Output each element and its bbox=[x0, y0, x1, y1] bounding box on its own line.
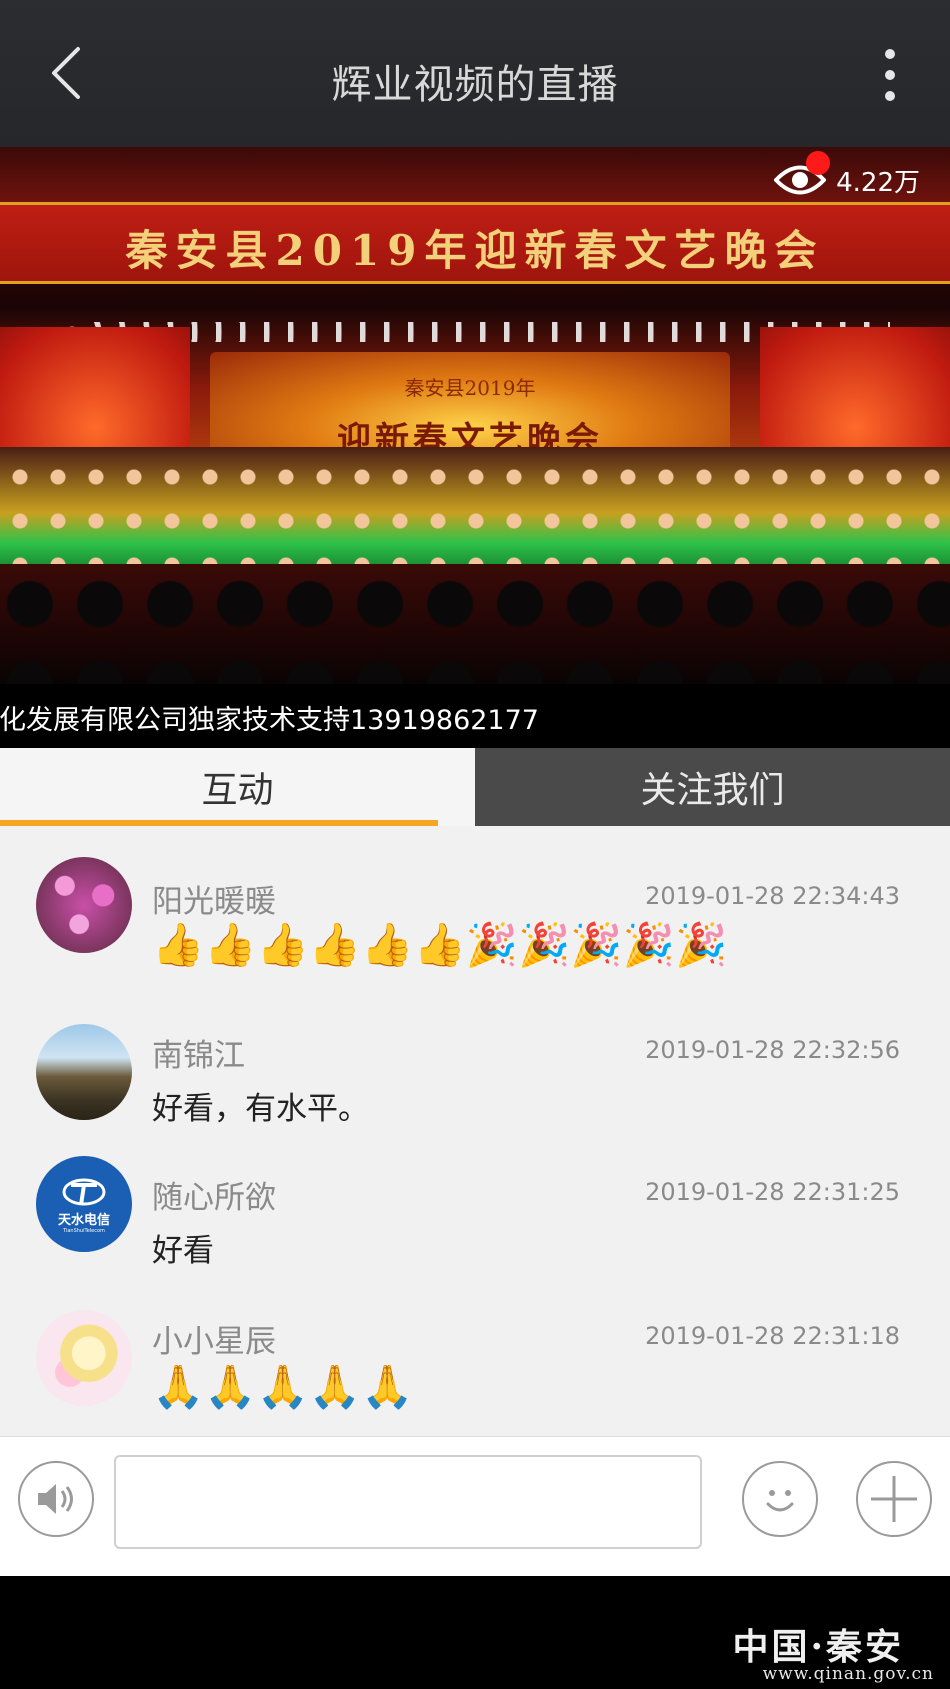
comment-timestamp: 2019-01-28 22:31:18 bbox=[645, 1322, 900, 1350]
comment-username[interactable]: 随心所欲 bbox=[152, 1172, 276, 1217]
stage-banner: 秦安县2019年迎新春文艺晚会 bbox=[0, 202, 950, 284]
avatar[interactable]: 天水电信 TianShuiTelecom bbox=[36, 1156, 132, 1252]
voice-button[interactable] bbox=[18, 1461, 94, 1537]
page-title: 辉业视频的直播 bbox=[331, 62, 619, 108]
comment-username[interactable]: 小小星辰 bbox=[152, 1316, 276, 1361]
comment-input[interactable] bbox=[114, 1455, 702, 1549]
ticker-text: 文化发展有限公司独家技术支持13919862177 bbox=[0, 705, 539, 736]
smiley-icon bbox=[766, 1490, 794, 1512]
speaker-icon bbox=[38, 1484, 73, 1514]
comment-message: 好看 bbox=[152, 1233, 214, 1269]
comment-timestamp: 2019-01-28 22:34:43 bbox=[645, 882, 900, 910]
avatar-logo-subtext: TianShuiTelecom bbox=[63, 1227, 105, 1234]
tab-bar: 互动 关注我们 bbox=[0, 748, 950, 826]
comment-username[interactable]: 南锦江 bbox=[152, 1030, 245, 1075]
audience-silhouettes bbox=[0, 564, 950, 684]
comment-message: 🙏🙏🙏🙏🙏 bbox=[152, 1362, 414, 1411]
stage-backdrop-subtitle: 秦安县2019年 bbox=[404, 376, 536, 400]
live-indicator-dot bbox=[806, 151, 831, 175]
avatar[interactable] bbox=[36, 1024, 132, 1120]
watermark-text: 中国·秦安 bbox=[732, 1626, 904, 1668]
comment-feed[interactable]: 阳光暖暖 2019-01-28 22:34:43 👍👍👍👍👍👍🎉🎉🎉🎉🎉 南锦江… bbox=[0, 826, 950, 1436]
more-actions-button[interactable] bbox=[856, 1461, 932, 1537]
emoji-button[interactable] bbox=[742, 1461, 818, 1537]
performers-on-stage bbox=[0, 447, 950, 567]
comment-message: 👍👍👍👍👍👍🎉🎉🎉🎉🎉 bbox=[152, 920, 728, 969]
top-navigation-bar: 辉业视频的直播 bbox=[0, 0, 950, 147]
avatar[interactable] bbox=[36, 857, 132, 953]
banner-text: 秦安县2019年迎新春文艺晚会 bbox=[125, 226, 825, 275]
view-count-badge: 4.22万 bbox=[773, 151, 920, 205]
watermark-url: www.qinan.gov.cn bbox=[762, 1664, 934, 1684]
comment-message: 好看，有水平。 bbox=[152, 1091, 369, 1127]
live-video-player[interactable]: 秦安县2019年迎新春文艺晚会 秦安县2019年 迎新春文艺晚会 bbox=[0, 147, 950, 684]
views-count: 4.22万 bbox=[836, 167, 920, 198]
tab-interaction[interactable]: 互动 bbox=[0, 748, 475, 826]
tab-follow-us[interactable]: 关注我们 bbox=[475, 748, 950, 826]
more-options-button[interactable] bbox=[860, 40, 920, 110]
comment-timestamp: 2019-01-28 22:32:56 bbox=[645, 1036, 900, 1064]
more-vertical-icon bbox=[885, 49, 895, 101]
avatar[interactable] bbox=[36, 1310, 132, 1406]
avatar-logo-text: 天水电信 bbox=[57, 1212, 110, 1228]
comment-composer bbox=[0, 1436, 950, 1576]
telecom-logo-icon bbox=[62, 1178, 106, 1205]
comment-username[interactable]: 阳光暖暖 bbox=[152, 876, 276, 921]
scrolling-ticker: 文化发展有限公司独家技术支持13919862177 bbox=[0, 684, 950, 748]
viewers-indicator bbox=[773, 151, 831, 199]
plus-icon bbox=[871, 1476, 917, 1522]
comment-timestamp: 2019-01-28 22:31:25 bbox=[645, 1178, 900, 1206]
